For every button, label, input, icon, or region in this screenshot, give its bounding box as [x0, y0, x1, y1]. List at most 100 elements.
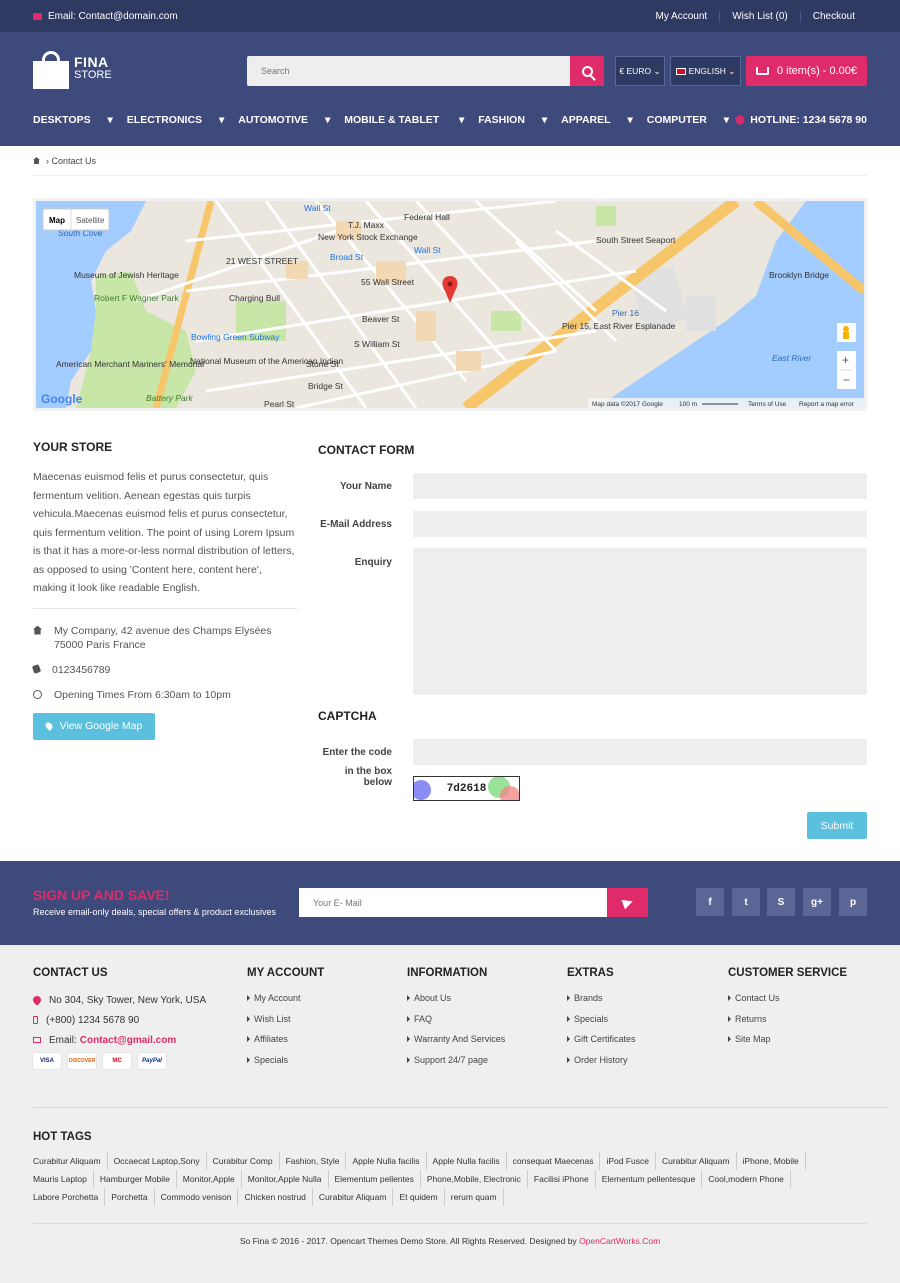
footer-information: INFORMATION About Us FAQ Warranty And Se…	[407, 967, 505, 1075]
footer-link[interactable]: Specials	[247, 1055, 324, 1065]
nav-fashion[interactable]: FASHION ▾	[478, 114, 547, 126]
logo[interactable]: FINA STORE	[33, 49, 112, 89]
hot-tag[interactable]: Porchetta	[111, 1188, 155, 1206]
hot-tag[interactable]: iPhone, Mobile	[743, 1152, 806, 1170]
footer-my-account-title: MY ACCOUNT	[247, 967, 325, 979]
newsletter-email-input[interactable]	[299, 888, 607, 917]
breadcrumb: › Contact Us	[33, 146, 867, 176]
footer-link[interactable]: Wish List	[247, 1014, 324, 1024]
footer-link[interactable]: Contact Us	[728, 993, 847, 1003]
footer-link[interactable]: Returns	[728, 1014, 847, 1024]
mobile-icon	[33, 1016, 38, 1024]
svg-text:National Museum of the America: National Museum of the American Indian	[190, 356, 343, 366]
captcha-input[interactable]	[413, 739, 867, 765]
hot-tag[interactable]: Et quidem	[399, 1188, 445, 1206]
newsletter-title: SIGN UP AND SAVE!	[33, 887, 170, 903]
hot-tag[interactable]: Elementum pellentes	[335, 1170, 421, 1188]
search-button[interactable]	[570, 56, 604, 86]
hot-tag[interactable]: Curabitur Comp	[213, 1152, 280, 1170]
hot-tag[interactable]: Fashion, Style	[286, 1152, 347, 1170]
footer-link[interactable]: Specials	[567, 1014, 636, 1024]
footer-link[interactable]: Warranty And Services	[407, 1034, 505, 1044]
nav-electronics[interactable]: ELECTRONICS ▾	[127, 114, 224, 126]
hot-tag[interactable]: Elementum pellentesque	[602, 1170, 703, 1188]
copyright-divider	[33, 1223, 867, 1224]
pinterest-icon[interactable]: p	[839, 888, 867, 916]
footer-link[interactable]: FAQ	[407, 1014, 505, 1024]
wish-list-link[interactable]: Wish List (0)	[719, 10, 800, 22]
svg-text:South Street Seaport: South Street Seaport	[596, 235, 676, 245]
svg-text:Wall St: Wall St	[304, 203, 331, 213]
footer-link[interactable]: Site Map	[728, 1034, 847, 1044]
svg-text:Report a map error[interactable]: Report a map error	[799, 401, 855, 408]
hot-tag[interactable]: consequat Maecenas	[513, 1152, 601, 1170]
google-plus-icon[interactable]: g+	[803, 888, 831, 916]
designer-link[interactable]: OpenCartWorks.Com	[579, 1236, 660, 1246]
currency-select[interactable]: € EURO ⌄	[615, 56, 665, 86]
hot-tag[interactable]: Chicken nostrud	[244, 1188, 313, 1206]
hot-tag[interactable]: Phone,Mobile, Electronic	[427, 1170, 528, 1188]
search-icon	[581, 65, 593, 77]
google-map[interactable]: South Cove Wall St Federal Hall T.J. Max…	[33, 198, 867, 411]
checkout-link[interactable]: Checkout	[799, 10, 867, 22]
nav-desktops[interactable]: DESKTOPS ▾	[33, 114, 113, 126]
discover-card-icon: DISCOVER	[68, 1053, 96, 1069]
footer-link[interactable]: About Us	[407, 993, 505, 1003]
hot-tag[interactable]: Curabitur Aliquam	[319, 1188, 394, 1206]
zoom-in-button[interactable]: +	[842, 353, 849, 367]
hot-tag[interactable]: Cool,modern Phone	[708, 1170, 791, 1188]
svg-text:Broad St: Broad St	[330, 252, 364, 262]
hot-tag[interactable]: Facilisi iPhone	[534, 1170, 596, 1188]
svg-text:Terms of Use[interactable]: Terms of Use	[748, 401, 787, 408]
nav-automotive[interactable]: AUTOMOTIVE ▾	[238, 114, 330, 126]
submit-button[interactable]: Submit	[807, 812, 867, 839]
twitter-icon[interactable]: t	[732, 888, 760, 916]
hot-tag[interactable]: Curabitur Aliquam	[33, 1152, 108, 1170]
hot-tag[interactable]: Apple Nulla facilis	[352, 1152, 427, 1170]
facebook-icon[interactable]: f	[696, 888, 724, 916]
hot-tag[interactable]: Commodo venison	[161, 1188, 239, 1206]
name-input[interactable]	[413, 473, 867, 499]
cart-summary: 0 item(s) - 0.00€	[776, 65, 858, 77]
footer-link[interactable]: My Account	[247, 993, 324, 1003]
hot-tag[interactable]: iPod Fusce	[606, 1152, 656, 1170]
enquiry-textarea[interactable]	[413, 548, 867, 695]
hot-tag[interactable]: Labore Porchetta	[33, 1188, 106, 1206]
hot-tag[interactable]: rerum quam	[451, 1188, 504, 1206]
my-account-link[interactable]: My Account	[643, 11, 719, 22]
footer-link[interactable]: Brands	[567, 993, 636, 1003]
nav-computer[interactable]: COMPUTER ▾	[647, 114, 729, 126]
language-select[interactable]: ENGLISH ⌄	[670, 56, 741, 86]
nav-mobile-tablet[interactable]: MOBILE & TABLET ▾	[344, 114, 464, 126]
footer-link[interactable]: Affiliates	[247, 1034, 324, 1044]
zoom-out-button[interactable]: −	[843, 373, 850, 387]
hot-tag[interactable]: Apple Nulla facilis	[433, 1152, 507, 1170]
hot-tag[interactable]: Curabitur Aliquam	[662, 1152, 737, 1170]
skype-icon[interactable]: S	[767, 888, 795, 916]
home-icon[interactable]	[33, 157, 40, 164]
hot-tag[interactable]: Occaecat Laptop,Sony	[114, 1152, 207, 1170]
hot-tag[interactable]: Monitor,Apple	[183, 1170, 242, 1188]
view-google-map-button[interactable]: View Google Map	[33, 712, 155, 740]
footer-link[interactable]: Support 24/7 page	[407, 1055, 505, 1065]
nav-apparel[interactable]: APPAREL ▾	[561, 114, 633, 126]
hot-tag[interactable]: Hamburger Mobile	[100, 1170, 177, 1188]
svg-text:Charging Bull: Charging Bull	[229, 293, 280, 303]
clock-icon	[33, 689, 42, 699]
satellite-tab[interactable]: Satellite	[76, 216, 105, 225]
cart-button[interactable]: 0 item(s) - 0.00€	[746, 56, 867, 86]
map-tab[interactable]: Map	[49, 216, 65, 225]
footer-link[interactable]: Gift Certificates	[567, 1034, 636, 1044]
svg-text:Wall St: Wall St	[414, 245, 441, 255]
newsletter-submit-button[interactable]	[607, 888, 648, 917]
hot-tag[interactable]: Monitor,Apple Nulla	[248, 1170, 329, 1188]
search-input[interactable]	[247, 56, 604, 86]
email-input[interactable]	[413, 511, 867, 537]
paypal-icon: PayPal	[138, 1053, 166, 1069]
footer-email-link[interactable]: Contact@gmail.com	[80, 1035, 176, 1046]
hot-tag[interactable]: Mauris Laptop	[33, 1170, 94, 1188]
svg-text:Brooklyn Bridge: Brooklyn Bridge	[769, 270, 829, 280]
breadcrumb-current[interactable]: Contact Us	[52, 156, 97, 166]
svg-text:Battery Park: Battery Park	[146, 393, 194, 403]
footer-link[interactable]: Order History	[567, 1055, 636, 1065]
